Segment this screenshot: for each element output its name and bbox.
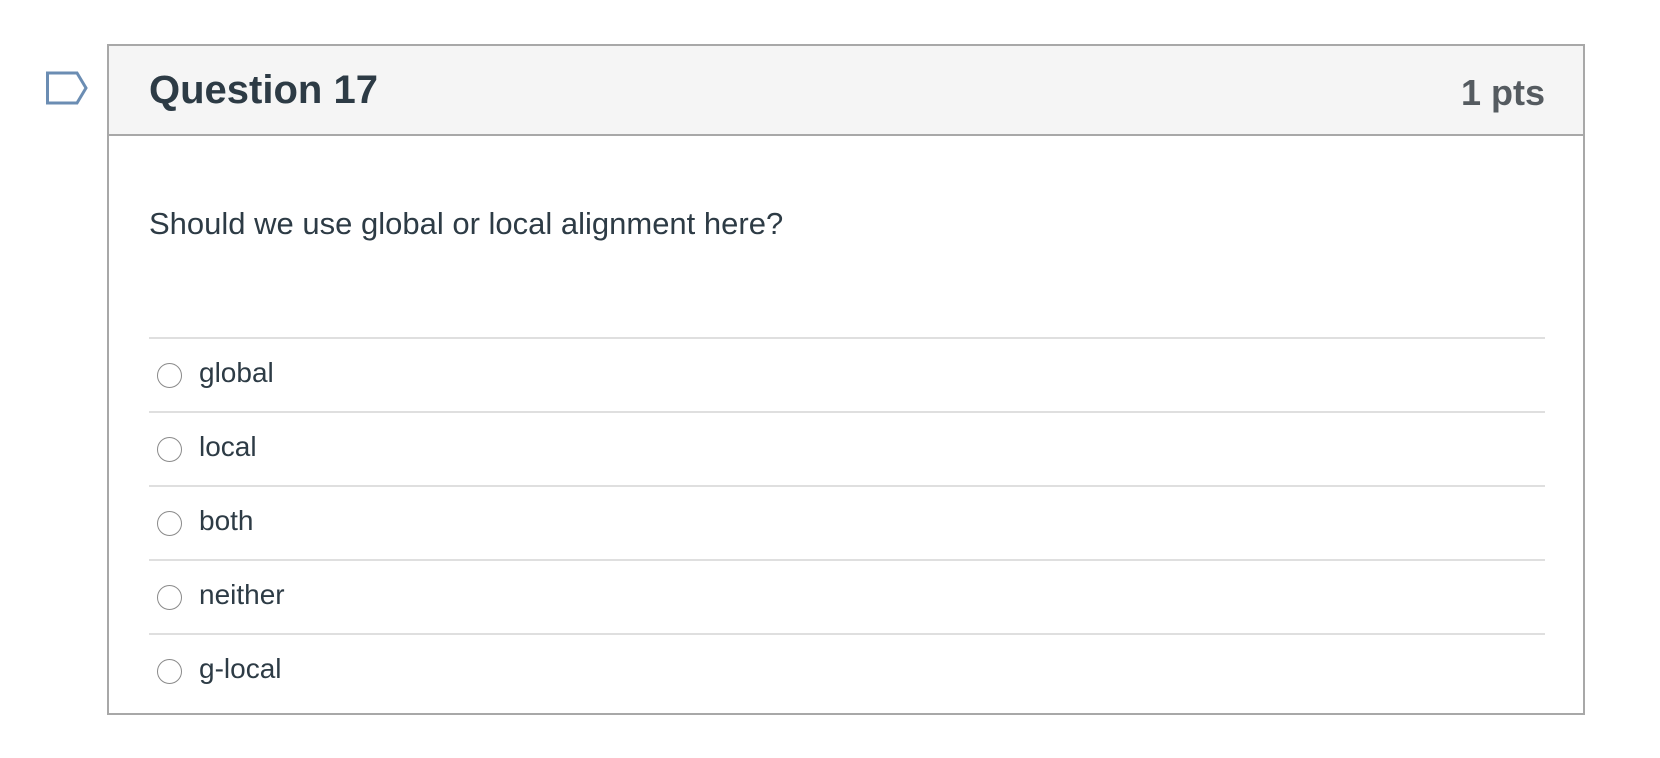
answer-option[interactable]: neither <box>149 561 1545 635</box>
answer-label[interactable]: g-local <box>199 651 281 687</box>
radio-button[interactable] <box>157 511 182 536</box>
radio-button[interactable] <box>157 363 182 388</box>
question-card: Question 17 1 pts Should we use global o… <box>107 44 1585 715</box>
question-header: Question 17 1 pts <box>109 46 1583 136</box>
answer-option[interactable]: both <box>149 487 1545 561</box>
quiz-page: Question 17 1 pts Should we use global o… <box>0 0 1660 758</box>
radio-button[interactable] <box>157 585 182 610</box>
answer-list: global local both neither g-local <box>149 337 1545 709</box>
flag-question-icon[interactable] <box>46 71 90 107</box>
question-title: Question 17 <box>149 68 378 112</box>
question-text: Should we use global or local alignment … <box>149 206 784 241</box>
question-points: 1 pts <box>1460 72 1545 113</box>
answer-label[interactable]: global <box>199 355 274 391</box>
radio-button[interactable] <box>157 659 182 684</box>
answer-label[interactable]: local <box>199 429 257 465</box>
answer-option[interactable]: g-local <box>149 635 1545 709</box>
flag-outline-icon <box>46 71 88 105</box>
answer-option[interactable]: global <box>149 339 1545 413</box>
radio-button[interactable] <box>157 437 182 462</box>
answer-label[interactable]: neither <box>199 577 285 613</box>
answer-label[interactable]: both <box>199 503 254 539</box>
answer-option[interactable]: local <box>149 413 1545 487</box>
